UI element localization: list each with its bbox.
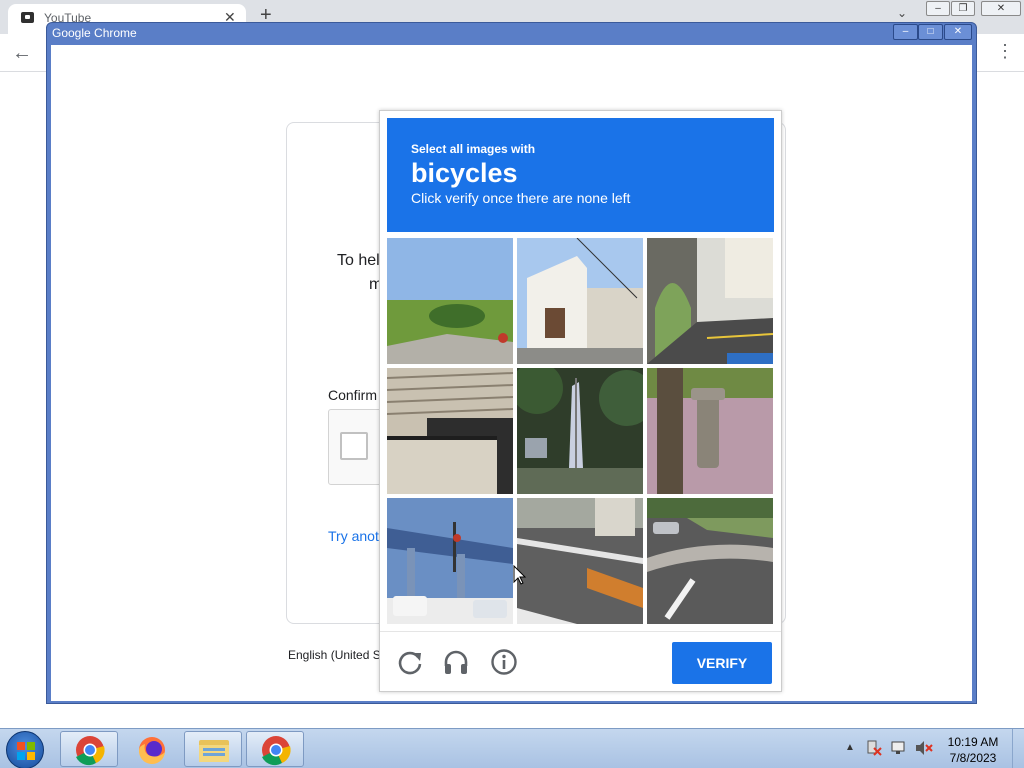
- image-grid: [387, 238, 774, 625]
- windows-taskbar: ▲ 10:19 AM 7/8/2023: [0, 728, 1024, 768]
- background-minimize-button[interactable]: –: [926, 1, 950, 16]
- recaptcha-challenge: Select all images with bicycles Click ve…: [379, 110, 782, 692]
- challenge-target: bicycles: [411, 158, 518, 188]
- tile-houses[interactable]: [517, 238, 643, 364]
- close-button[interactable]: ✕: [944, 24, 972, 40]
- tile-flag-trees[interactable]: [517, 368, 643, 494]
- window-title: Google Chrome: [52, 26, 137, 40]
- try-another-way-link[interactable]: Try anot: [328, 528, 379, 544]
- tile-archway-street[interactable]: [647, 238, 773, 364]
- show-desktop-button[interactable]: [1012, 729, 1024, 768]
- reload-icon[interactable]: [396, 648, 424, 676]
- audio-icon[interactable]: [442, 648, 470, 676]
- instruction-sub: Click verify once there are none left: [411, 190, 631, 206]
- maximize-button[interactable]: □: [918, 24, 943, 40]
- mouse-cursor-icon: [513, 565, 527, 585]
- tile-tree-bollard[interactable]: [647, 368, 773, 494]
- tab-search-icon[interactable]: ⌄: [897, 6, 907, 20]
- volume-muted-icon[interactable]: [915, 740, 933, 761]
- challenge-header: Select all images with bicycles Click ve…: [387, 118, 774, 232]
- action-center-icon[interactable]: [866, 740, 882, 761]
- info-icon[interactable]: [490, 648, 518, 676]
- verify-button[interactable]: VERIFY: [672, 642, 772, 684]
- help-text-line1: To hel: [337, 252, 380, 269]
- clock-date: 7/8/2023: [949, 751, 997, 765]
- language-selector[interactable]: English (United S: [288, 648, 381, 662]
- clock-time: 10:19 AM: [947, 735, 999, 749]
- recaptcha-checkbox[interactable]: [340, 432, 368, 460]
- taskbar-explorer-button[interactable]: [184, 731, 242, 767]
- minimize-button[interactable]: –: [893, 24, 918, 40]
- instruction-small: Select all images with: [411, 142, 536, 156]
- tray-expand-icon[interactable]: ▲: [845, 742, 855, 753]
- tile-street-crosswalk[interactable]: [517, 498, 643, 624]
- tile-balcony[interactable]: [387, 368, 513, 494]
- network-icon[interactable]: [891, 740, 907, 761]
- background-close-button[interactable]: ✕: [981, 1, 1021, 16]
- tile-road-field[interactable]: [387, 238, 513, 364]
- chrome-menu-icon[interactable]: ⋮: [996, 41, 1014, 62]
- back-arrow-icon[interactable]: ←: [12, 42, 32, 65]
- background-window-controls: – ❐ ✕: [926, 0, 1022, 17]
- tile-curved-road[interactable]: [647, 498, 773, 624]
- tile-overpass-cars[interactable]: [387, 498, 513, 624]
- system-clock[interactable]: 10:19 AM 7/8/2023: [940, 734, 1006, 766]
- taskbar-chrome-button-active[interactable]: [246, 731, 304, 767]
- taskbar-firefox-button[interactable]: [122, 731, 180, 767]
- start-button[interactable]: [6, 731, 44, 768]
- challenge-footer: VERIFY: [380, 631, 781, 691]
- confirm-label: Confirm: [328, 387, 378, 403]
- taskbar-chrome-button[interactable]: [60, 731, 118, 767]
- youtube-favicon-icon: [21, 12, 34, 23]
- background-restore-button[interactable]: ❐: [951, 1, 975, 16]
